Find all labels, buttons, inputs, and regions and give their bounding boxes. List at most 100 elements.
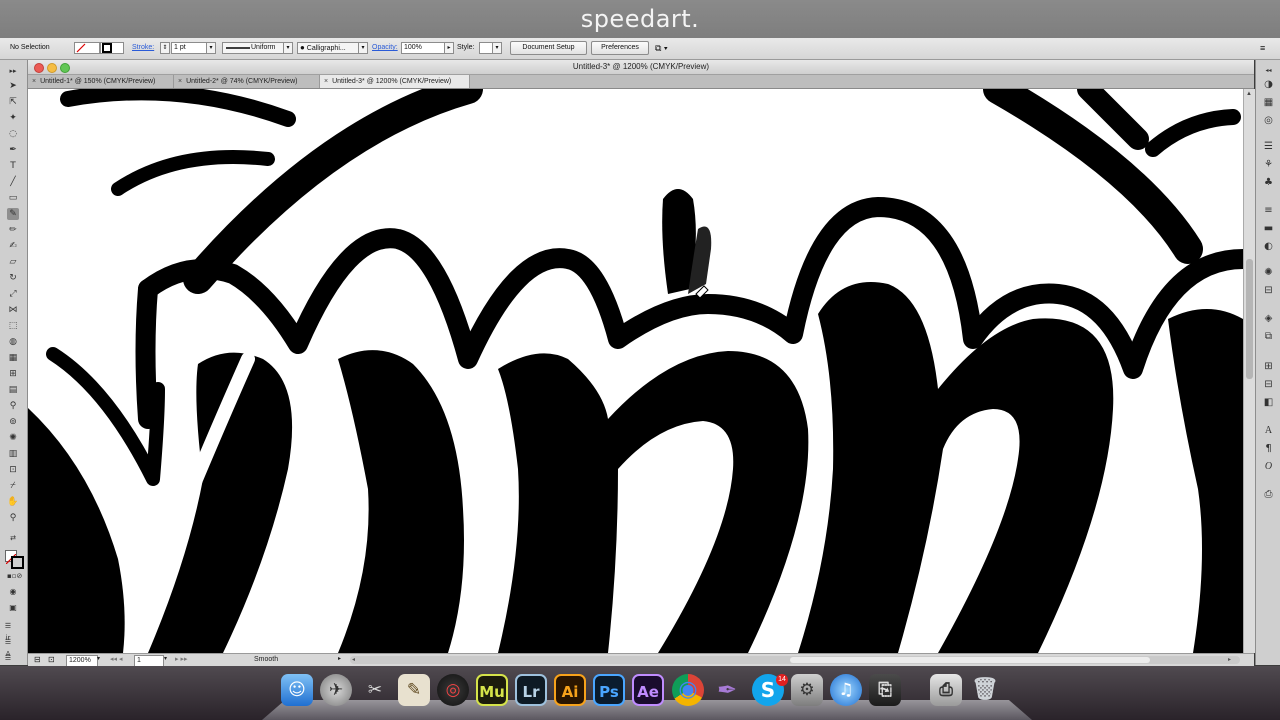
screen-mode-icon[interactable]: ▣ [7, 602, 19, 614]
document-setup-button[interactable]: Document Setup [510, 41, 587, 55]
hand-tool-icon[interactable]: ✋ [7, 496, 19, 508]
character-panel-icon[interactable]: A [1262, 424, 1275, 437]
scripteditor-icon[interactable]: ✂ [359, 674, 391, 706]
pencil-tool-icon[interactable]: ✏ [7, 224, 19, 236]
photobooth-icon[interactable]: ⎘ [869, 674, 901, 706]
symbol-sprayer-tool-icon[interactable]: ✺ [7, 432, 19, 444]
type-tool-icon[interactable]: T [7, 160, 19, 172]
free-transform-tool-icon[interactable]: ⬚ [7, 320, 19, 332]
next-artboard-icon[interactable]: ▸ ▸▸ [175, 655, 188, 663]
paragraph-panel-icon[interactable]: ¶ [1262, 442, 1275, 455]
panel-menu-icon[interactable]: ≡ [1260, 42, 1265, 54]
appearance-panel-icon[interactable]: ✺ [1262, 266, 1275, 279]
systemprefs-icon[interactable]: ⚙ [791, 674, 823, 706]
brushes-icon[interactable]: ☰ [1262, 140, 1275, 153]
style-dropdown[interactable]: ▾ [492, 42, 502, 54]
rotate-tool-icon[interactable]: ↻ [7, 272, 19, 284]
vertical-scrollbar[interactable]: ▲ [1243, 89, 1255, 653]
shape-builder-tool-icon[interactable]: ◍ [7, 336, 19, 348]
collapse-panels-icon[interactable]: ◂◂ [1262, 64, 1275, 77]
graphic-styles-icon[interactable]: ♣ [1262, 176, 1275, 189]
zoom-tool-icon[interactable]: ⚲ [7, 512, 19, 524]
illustrator-icon[interactable]: Ai [554, 674, 586, 706]
opacity-dropdown[interactable]: ▸ [444, 42, 454, 54]
document-info-icon[interactable]: ⎙ [1262, 488, 1275, 501]
profile-dropdown[interactable]: ▾ [283, 42, 293, 54]
eraser-tool-icon[interactable]: ▱ [7, 256, 19, 268]
transform-panel-icon[interactable]: ⊞ [1262, 360, 1275, 373]
scroll-left-icon[interactable]: ◂ [352, 656, 368, 664]
eyedropper-tool-icon[interactable]: ⚲ [7, 400, 19, 412]
finder-icon[interactable]: ☺ [281, 674, 313, 706]
creative-cloud-icon[interactable]: ◎ [437, 674, 469, 706]
panel-mini-icon-2[interactable]: ☰ A [2, 636, 14, 658]
graphic-style-swatch[interactable] [479, 42, 493, 54]
pencil-app-icon[interactable]: ✎ [398, 674, 430, 706]
itunes-icon[interactable]: ♫ [830, 674, 862, 706]
status-menu-icon[interactable]: ⊡ [48, 655, 55, 664]
line-tool-icon[interactable]: ╱ [7, 176, 19, 188]
brush-dropdown[interactable]: ▾ [358, 42, 368, 54]
color-mode-icons[interactable]: ▪▫⊘ [7, 570, 22, 582]
blend-tool-icon[interactable]: ⊚ [7, 416, 19, 428]
photoshop-icon[interactable]: Ps [593, 674, 625, 706]
arrange-documents-icon[interactable]: ⧉ ▾ [655, 42, 668, 54]
aftereffects-icon[interactable]: Ae [632, 674, 664, 706]
slice-tool-icon[interactable]: ⌿ [7, 480, 19, 492]
close-icon[interactable]: × [32, 78, 36, 85]
lasso-tool-icon[interactable]: ◌ [7, 128, 19, 140]
prev-artboard-icon[interactable]: ◂◂ ◂ [110, 655, 123, 663]
status-info-arrow-icon[interactable]: ▸ [338, 655, 341, 662]
scroll-up-icon[interactable]: ▲ [1246, 91, 1252, 97]
vertical-scroll-thumb[interactable] [1246, 259, 1253, 379]
gradient-panel-icon[interactable]: ▬ [1262, 222, 1275, 235]
trash-icon[interactable]: 🗑 [969, 674, 1001, 706]
blob-brush-tool-icon[interactable]: ✍ [7, 240, 19, 252]
tab-untitled-3[interactable]: × Untitled-3* @ 1200% (CMYK/Preview) [320, 75, 470, 88]
column-graph-tool-icon[interactable]: ▥ [7, 448, 19, 460]
layers-panel-icon[interactable]: ◈ [1262, 312, 1275, 325]
pathfinder-panel-icon[interactable]: ◧ [1262, 396, 1275, 409]
artboard-canvas[interactable] [28, 89, 1243, 653]
panel-mini-icon-3[interactable]: ☰ A [2, 652, 14, 674]
symbols-icon[interactable]: ⚘ [1262, 158, 1275, 171]
align-panel-icon[interactable]: ⊟ [1262, 378, 1275, 391]
horizontal-scrollbar[interactable]: ◂ ▸ [350, 656, 1240, 664]
feather-icon[interactable]: ✒ [711, 674, 743, 706]
zoom-dropdown-icon[interactable]: ▾ [97, 655, 100, 662]
brush-definition[interactable]: ● Calligraphi... [297, 42, 359, 54]
scroll-right-icon[interactable]: ▸ [1228, 656, 1231, 663]
opacity-field[interactable]: 100% [401, 42, 445, 54]
artboard-dropdown-icon[interactable]: ▾ [164, 655, 167, 662]
artboards-panel-icon[interactable]: ⧉ [1262, 330, 1275, 343]
color-panel-icon[interactable]: ▦ [1262, 96, 1275, 109]
muse-icon[interactable]: Mu [476, 674, 508, 706]
horizontal-scroll-thumb[interactable] [790, 657, 1150, 663]
paintbrush-tool-icon[interactable]: ✎ [7, 208, 19, 220]
fill-color-swatch[interactable] [74, 42, 100, 54]
stroke-color-icon[interactable] [11, 556, 24, 569]
stroke-color-swatch[interactable] [100, 42, 124, 54]
collapse-icon[interactable]: ▸▸ [7, 65, 19, 77]
mesh-tool-icon[interactable]: ⊞ [7, 368, 19, 380]
direct-selection-tool-icon[interactable]: ⇱ [7, 96, 19, 108]
width-tool-icon[interactable]: ⋈ [7, 304, 19, 316]
launchpad-icon[interactable]: ✈ [320, 674, 352, 706]
opentype-panel-icon[interactable]: O [1262, 460, 1275, 473]
chrome-icon[interactable]: ◉ [672, 674, 704, 706]
rectangle-tool-icon[interactable]: ▭ [7, 192, 19, 204]
magic-wand-tool-icon[interactable]: ✦ [7, 112, 19, 124]
status-toggle-icon[interactable]: ⊟ [34, 655, 41, 664]
stroke-weight-dropdown[interactable]: ▾ [206, 42, 216, 54]
swatches-icon[interactable]: ◎ [1262, 114, 1275, 127]
perspective-grid-tool-icon[interactable]: ▦ [7, 352, 19, 364]
draw-mode-icon[interactable]: ◉ [7, 586, 19, 598]
close-icon[interactable]: × [178, 78, 182, 85]
lightroom-icon[interactable]: Lr [515, 674, 547, 706]
stroke-weight-field[interactable]: 1 pt [171, 42, 207, 54]
stroke-panel-icon[interactable]: ≡ [1262, 204, 1275, 217]
stroke-weight-stepper[interactable]: ⇕ [160, 42, 170, 54]
scale-tool-icon[interactable]: ⤢ [7, 288, 19, 300]
gradient-tool-icon[interactable]: ▤ [7, 384, 19, 396]
color-guide-icon[interactable]: ◑ [1262, 78, 1275, 91]
